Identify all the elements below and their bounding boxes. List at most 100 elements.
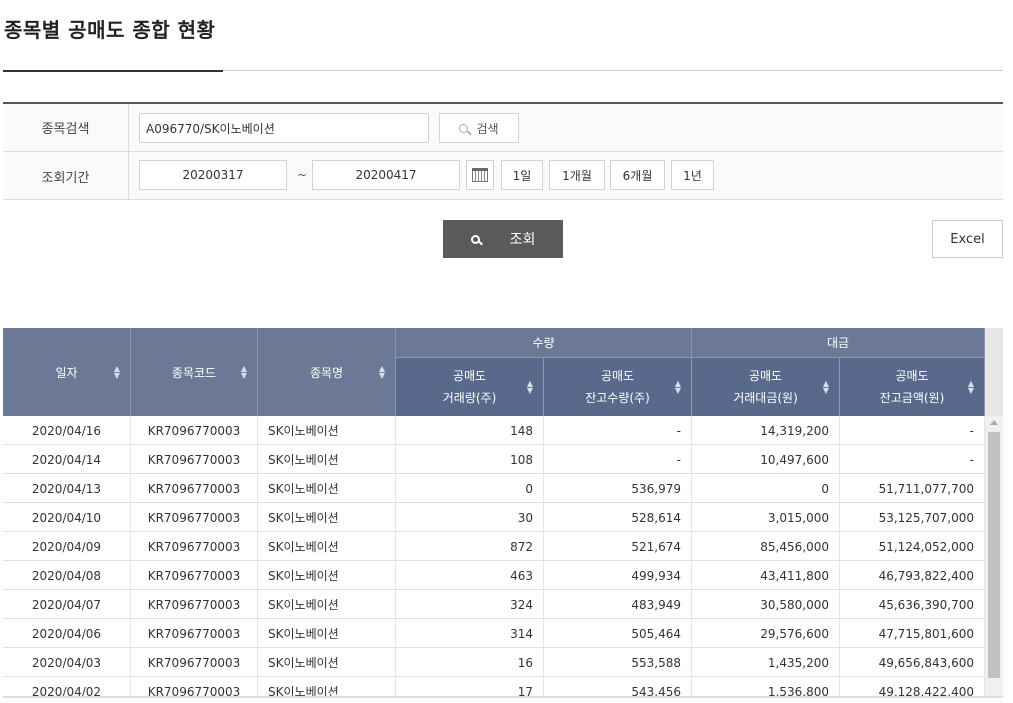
header-sub-bottom: 거래량(주) (442, 391, 497, 405)
vertical-scrollbar[interactable] (985, 416, 1003, 698)
header-sub-top: 공매도 (748, 369, 783, 383)
cell-balance-qty: 553,588 (544, 648, 692, 677)
code-input[interactable]: A096770/SK이노베이션 (139, 113, 429, 143)
search-button[interactable]: 검색 (439, 113, 519, 143)
cell-short-value: 43,411,800 (692, 561, 840, 590)
cell-short-volume: 872 (396, 532, 544, 561)
header-balance-amount[interactable]: 공매도 잔고금액(원) ▲ ▼ (840, 358, 985, 416)
cell-code: KR7096770003 (131, 619, 258, 648)
header-name[interactable]: 종목명 ▲ ▼ (258, 328, 396, 416)
table-row[interactable]: 2020/04/08 KR7096770003 SK이노베이션 463 499,934 4… (3, 561, 985, 590)
table-row[interactable]: 2020/04/14 KR7096770003 SK이노베이션 108-10,497,… (3, 445, 985, 474)
cell-short-volume: 148 (396, 416, 544, 445)
sort-icon: ▲ ▼ (674, 379, 681, 395)
scroll-up-icon[interactable] (990, 420, 998, 425)
cell-balance-qty: 528,614 (544, 503, 692, 532)
page-title: 종목별 공매도 종합 현황 (4, 18, 216, 42)
cell-balance-amount: 47,715,801,600 (840, 619, 985, 648)
search-icon (459, 123, 469, 133)
grid-header: 일자 ▲ ▼ 종목코드 ▲ ▼ 종목명 ▲ ▼ 수량 대금 공매도 거래량(주) ▲ ▼… (3, 328, 985, 416)
sort-icon: ▲ ▼ (526, 379, 533, 395)
cell-date: 2020/04/02 (3, 677, 131, 698)
cell-balance-amount: 53,125,707,000 (840, 503, 985, 532)
grid-body: 2020/04/16 KR7096770003 SK이노베이션 148-14,319,… (3, 416, 985, 698)
cell-name: SK이노베이션 (258, 590, 396, 619)
cell-short-volume: 30 (396, 503, 544, 532)
cell-short-value: 14,319,200 (692, 416, 840, 445)
cell-code: KR7096770003 (131, 416, 258, 445)
cell-code: KR7096770003 (131, 503, 258, 532)
period-label: 조회기간 (3, 152, 129, 200)
table-row[interactable]: 2020/04/16 KR7096770003 SK이노베이션 148 -14,319,… (3, 416, 985, 445)
sort-icon: ▲ ▼ (240, 364, 247, 380)
calendar-button[interactable] (466, 160, 494, 190)
cell-short-value: 0 (692, 474, 840, 503)
cell-code: KR7096770003 (131, 532, 258, 561)
table-row[interactable]: 2020/04/02 KR7096770003 SK이노베이션 17 543,456 1,… (3, 677, 985, 698)
date-to-input[interactable]: 20200417 (312, 160, 460, 190)
header-code-label: 종목코드 (171, 365, 217, 380)
cell-date: 2020/04/06 (3, 619, 131, 648)
short-selling-grid: 일자 ▲ ▼ 종목코드 ▲ ▼ 종목명 ▲ ▼ 수량 대금 공매도 거래량(주) ▲ ▼… (3, 328, 1003, 698)
header-sub-top: 공매도 (452, 369, 487, 383)
cell-date: 2020/04/09 (3, 532, 131, 561)
date-from-input[interactable]: 20200317 (139, 160, 287, 190)
sort-icon: ▲ ▼ (378, 364, 385, 380)
header-date-label: 일자 (55, 365, 78, 380)
cell-date: 2020/04/16 (3, 416, 131, 445)
cell-name: SK이노베이션 (258, 474, 396, 503)
cell-balance-amount: - (840, 416, 985, 445)
grid-bottom-border (3, 696, 1003, 698)
header-sub-top: 공매도 (600, 369, 635, 383)
cell-short-volume: 17 (396, 677, 544, 698)
cell-code: KR7096770003 (131, 648, 258, 677)
header-sub-top: 공매도 (895, 369, 929, 383)
period-1d-button[interactable]: 1일 (501, 160, 543, 190)
cell-short-volume: 463 (396, 561, 544, 590)
cell-name: SK이노베이션 (258, 445, 396, 474)
header-short-value[interactable]: 공매도 거래대금(원) ▲ ▼ (692, 358, 840, 416)
cell-short-value: 3,015,000 (692, 503, 840, 532)
period-1y-button[interactable]: 1년 (671, 160, 714, 190)
header-code[interactable]: 종목코드 ▲ ▼ (131, 328, 258, 416)
cell-balance-amount: 51,711,077,700 (840, 474, 985, 503)
cell-name: SK이노베이션 (258, 503, 396, 532)
title-divider-dark (3, 70, 223, 72)
cell-balance-qty: 499,934 (544, 561, 692, 590)
scroll-thumb[interactable] (988, 432, 1000, 678)
table-row[interactable]: 2020/04/09 KR7096770003 SK이노베이션 872 521,674 8… (3, 532, 985, 561)
cell-balance-qty: 483,949 (544, 590, 692, 619)
sort-icon: ▲ ▼ (822, 379, 829, 395)
title-divider-light (223, 70, 1003, 71)
cell-code: KR7096770003 (131, 474, 258, 503)
query-button[interactable]: 조회 (443, 220, 563, 258)
table-row[interactable]: 2020/04/07 KR7096770003 SK이노베이션 324 483,949 3… (3, 590, 985, 619)
search-row-code: 종목검색 A096770/SK이노베이션 검색 (3, 104, 1003, 152)
cell-date: 2020/04/13 (3, 474, 131, 503)
date-separator: ~ (297, 168, 308, 182)
header-short-volume[interactable]: 공매도 거래량(주) ▲ ▼ (396, 358, 544, 416)
search-panel: 종목검색 A096770/SK이노베이션 검색 조회기간 20200317 ~ … (3, 102, 1003, 200)
cell-code: KR7096770003 (131, 590, 258, 619)
table-row[interactable]: 2020/04/06 KR7096770003 SK이노베이션 314 505,464 2… (3, 619, 985, 648)
cell-date: 2020/04/14 (3, 445, 131, 474)
header-balance-qty[interactable]: 공매도 잔고수량(주) ▲ ▼ (544, 358, 692, 416)
cell-short-volume: 16 (396, 648, 544, 677)
query-button-label: 조회 (509, 232, 536, 248)
header-group-quantity: 수량 (396, 328, 692, 358)
table-row[interactable]: 2020/04/13 KR7096770003 SK이노베이션 0 536,979 0 51… (3, 474, 985, 503)
header-date[interactable]: 일자 ▲ ▼ (3, 328, 131, 416)
excel-button[interactable]: Excel (932, 220, 1003, 258)
cell-balance-qty: 505,464 (544, 619, 692, 648)
cell-short-volume: 314 (396, 619, 544, 648)
table-row[interactable]: 2020/04/03 KR7096770003 SK이노베이션 16 553,588 1,… (3, 648, 985, 677)
period-6m-button[interactable]: 6개월 (610, 160, 665, 190)
cell-balance-qty: - (544, 445, 692, 474)
cell-name: SK이노베이션 (258, 416, 396, 445)
search-button-label: 검색 (476, 121, 499, 136)
cell-balance-qty: 536,979 (544, 474, 692, 503)
cell-short-value: 29,576,600 (692, 619, 840, 648)
table-row[interactable]: 2020/04/10 KR7096770003 SK이노베이션 30 528,614 3,… (3, 503, 985, 532)
period-1m-button[interactable]: 1개월 (549, 160, 605, 190)
cell-date: 2020/04/08 (3, 561, 131, 590)
